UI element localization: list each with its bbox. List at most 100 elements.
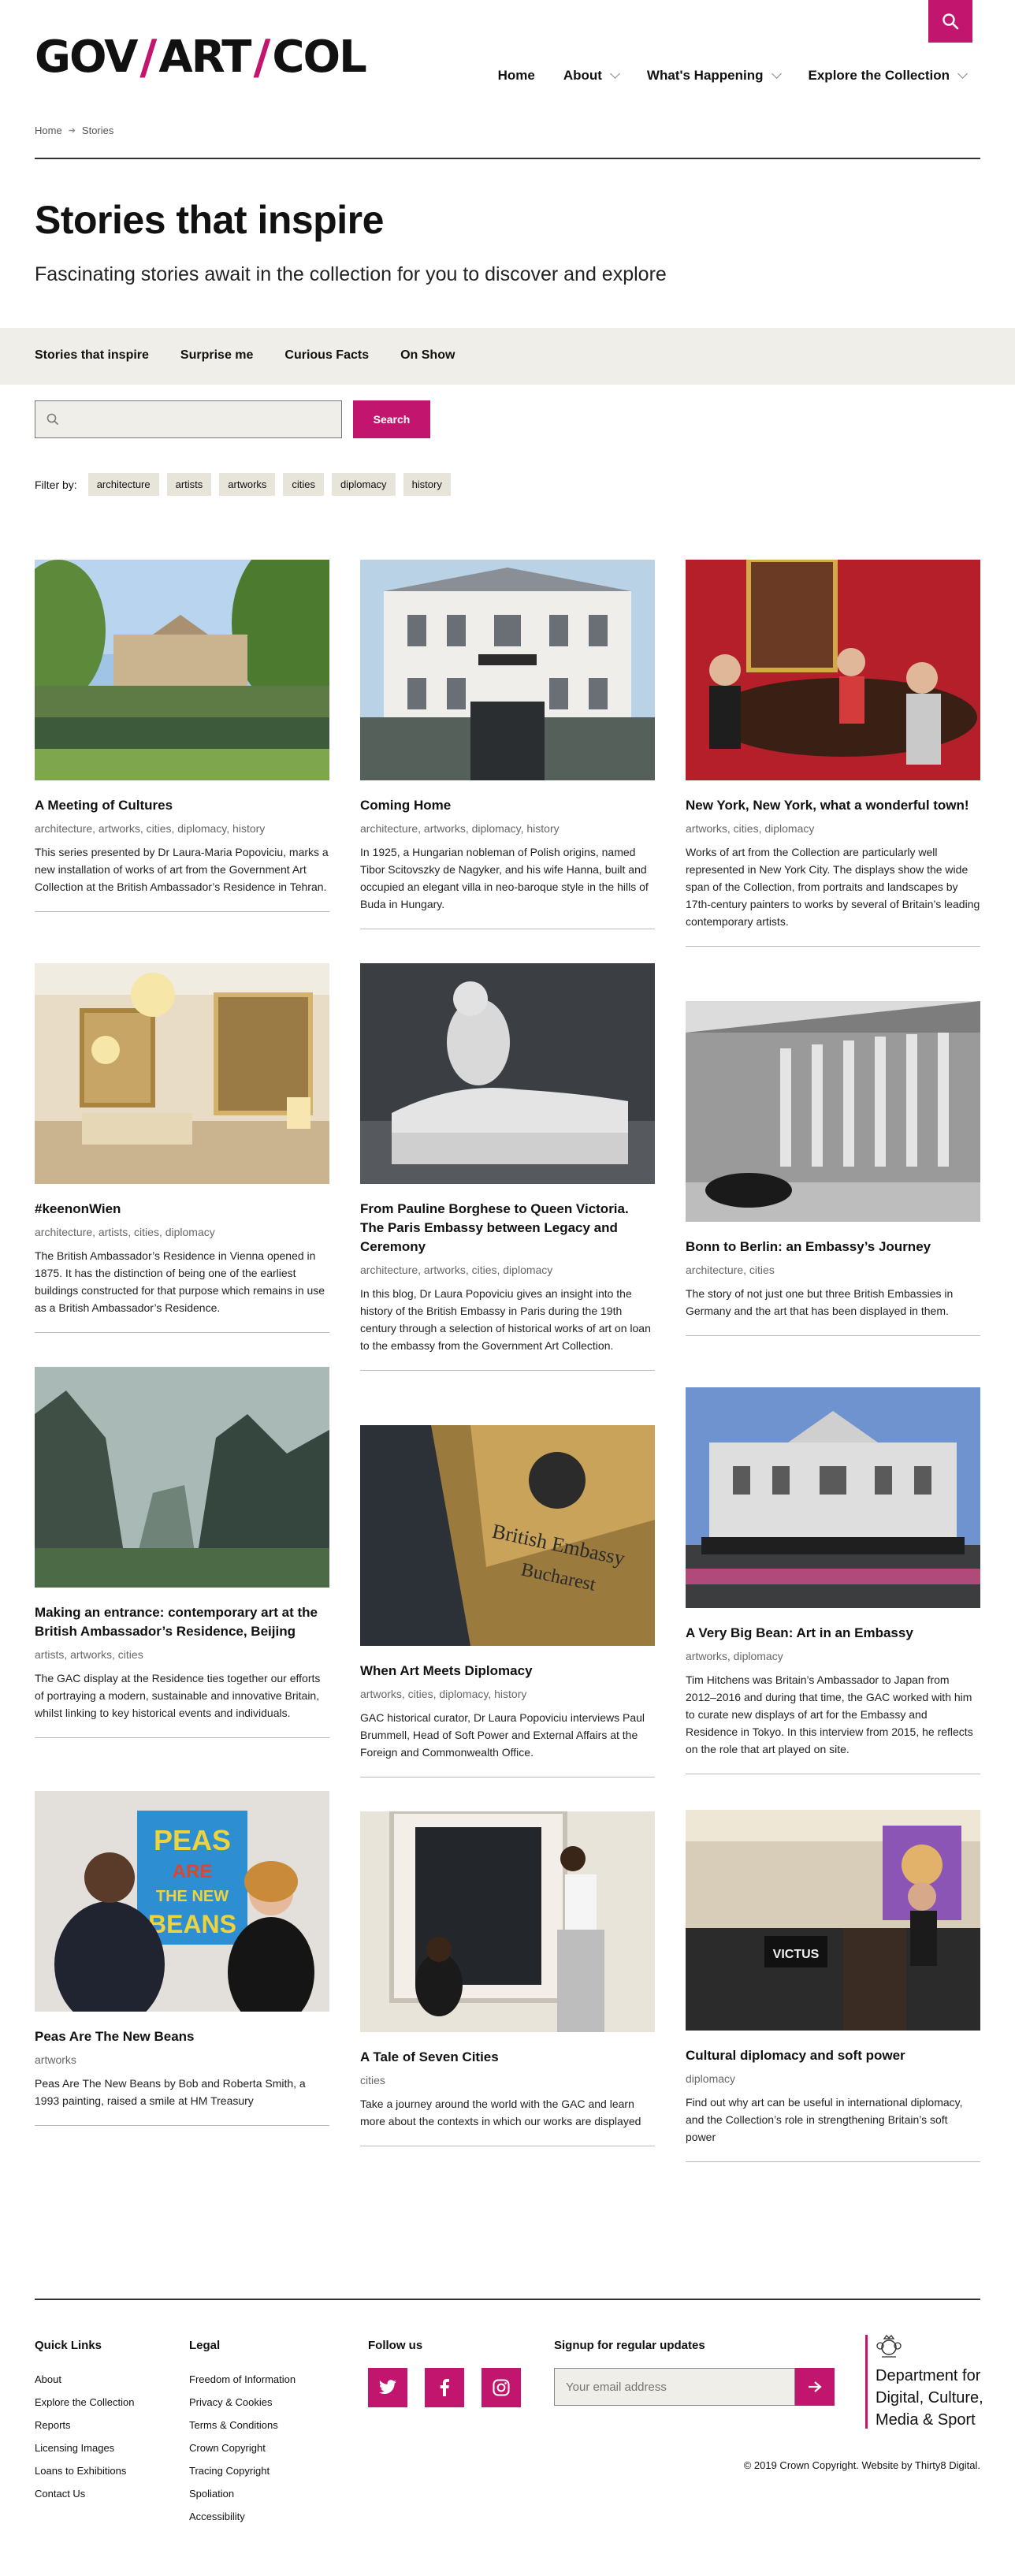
search-input[interactable] bbox=[65, 404, 333, 435]
footer-link-explore[interactable]: Explore the Collection bbox=[35, 2391, 134, 2414]
story-image[interactable] bbox=[360, 1811, 655, 2032]
story-card[interactable]: VICTUS Cultural diplomacy and soft power… bbox=[686, 1810, 980, 2162]
follow-heading: Follow us bbox=[368, 2339, 423, 2352]
story-image[interactable] bbox=[686, 1387, 980, 1608]
story-image[interactable] bbox=[35, 560, 329, 780]
story-summary: The story of not just one but three Brit… bbox=[686, 1287, 954, 1317]
card-divider bbox=[35, 2125, 329, 2126]
search-button[interactable]: Search bbox=[353, 400, 430, 438]
facebook-icon bbox=[440, 2379, 449, 2396]
dcms-line-3: Media & Sport bbox=[876, 2411, 976, 2429]
story-image[interactable] bbox=[360, 560, 655, 780]
story-card[interactable]: Making an entrance: contemporary art at … bbox=[35, 1367, 329, 1738]
story-summary: Find out why art can be useful in intern… bbox=[686, 2096, 963, 2143]
story-title[interactable]: A Meeting of Cultures bbox=[35, 796, 329, 815]
story-title[interactable]: New York, New York, what a wonderful tow… bbox=[686, 796, 980, 815]
tab-on-show[interactable]: On Show bbox=[400, 348, 455, 363]
stories-search-field[interactable] bbox=[35, 400, 342, 438]
footer-follow: Follow us bbox=[368, 2338, 521, 2407]
filter-tag-history[interactable]: history bbox=[403, 473, 451, 496]
story-card[interactable]: #keenonWien architecture, artists, citie… bbox=[35, 963, 329, 1333]
story-title[interactable]: Bonn to Berlin: an Embassy’s Journey bbox=[686, 1238, 980, 1256]
nav-explore[interactable]: Explore the Collection bbox=[809, 68, 968, 84]
story-image[interactable] bbox=[35, 963, 329, 1184]
logo-part-art: ART bbox=[158, 32, 251, 83]
dcms-logo[interactable]: Department for Digital, Culture, Media &… bbox=[865, 2335, 983, 2429]
story-summary: Tim Hitchens was Britain’s Ambassador to… bbox=[686, 1673, 973, 1755]
filter-tag-architecture[interactable]: architecture bbox=[87, 473, 159, 496]
story-card[interactable]: New York, New York, what a wonderful tow… bbox=[686, 560, 980, 947]
story-title[interactable]: A Very Big Bean: Art in an Embassy bbox=[686, 1624, 980, 1643]
site-logo[interactable]: GOV / ART / COL bbox=[35, 30, 367, 85]
story-image[interactable]: VICTUS bbox=[686, 1810, 980, 2031]
filter-tag-artists[interactable]: artists bbox=[166, 473, 212, 496]
story-tags: artworks, cities, diplomacy, history bbox=[360, 1688, 527, 1700]
tab-surprise-me[interactable]: Surprise me bbox=[180, 348, 253, 363]
page-title: Stories that inspire bbox=[35, 198, 384, 242]
twitter-button[interactable] bbox=[368, 2368, 407, 2407]
story-title[interactable]: #keenonWien bbox=[35, 1200, 329, 1219]
story-tags: architecture, cities bbox=[686, 1264, 775, 1276]
footer-link-licensing[interactable]: Licensing Images bbox=[35, 2436, 134, 2459]
nav-whats-happening[interactable]: What's Happening bbox=[647, 68, 782, 84]
story-card[interactable]: A Tale of Seven Cities cities Take a jou… bbox=[360, 1811, 655, 2146]
filter-tag-diplomacy[interactable]: diplomacy bbox=[332, 473, 396, 496]
story-title[interactable]: Cultural diplomacy and soft power bbox=[686, 2046, 980, 2065]
story-summary: The British Ambassador’s Residence in Vi… bbox=[35, 1249, 325, 1314]
footer-link-loans[interactable]: Loans to Exhibitions bbox=[35, 2459, 134, 2482]
story-tags: artworks, cities, diplomacy bbox=[686, 822, 815, 835]
nav-about[interactable]: About bbox=[563, 68, 620, 84]
facebook-button[interactable] bbox=[425, 2368, 464, 2407]
filter-tag-cities[interactable]: cities bbox=[283, 473, 325, 496]
instagram-button[interactable] bbox=[481, 2368, 521, 2407]
footer-legal: Legal Freedom of Information Privacy & C… bbox=[189, 2338, 296, 2528]
story-card[interactable]: PEAS ARE THE NEW BEANS Peas Are The New … bbox=[35, 1791, 329, 2126]
footer-link-reports[interactable]: Reports bbox=[35, 2414, 134, 2436]
story-title[interactable]: Coming Home bbox=[360, 796, 655, 815]
footer-link-tracing[interactable]: Tracing Copyright bbox=[189, 2459, 296, 2482]
story-card[interactable]: Coming Home architecture, artworks, dipl… bbox=[360, 560, 655, 929]
nav-home-label: Home bbox=[497, 68, 535, 83]
story-title[interactable]: Peas Are The New Beans bbox=[35, 2027, 329, 2046]
footer-link-spoliation[interactable]: Spoliation bbox=[189, 2482, 296, 2505]
story-summary: In this blog, Dr Laura Popoviciu gives a… bbox=[360, 1287, 651, 1352]
story-image[interactable] bbox=[360, 963, 655, 1184]
story-card[interactable]: A Meeting of Cultures architecture, artw… bbox=[35, 560, 329, 912]
card-divider bbox=[360, 1370, 655, 1371]
footer-link-contact[interactable]: Contact Us bbox=[35, 2482, 134, 2505]
footer-link-about[interactable]: About bbox=[35, 2368, 134, 2391]
painting-text-the-new: THE NEW bbox=[156, 1888, 229, 1905]
footer-link-terms[interactable]: Terms & Conditions bbox=[189, 2414, 296, 2436]
logo-slash: / bbox=[253, 30, 270, 85]
story-card[interactable]: A Very Big Bean: Art in an Embassy artwo… bbox=[686, 1387, 980, 1774]
footer-link-accessibility[interactable]: Accessibility bbox=[189, 2505, 296, 2528]
story-title[interactable]: Making an entrance: contemporary art at … bbox=[35, 1603, 329, 1641]
footer-link-crown-copyright[interactable]: Crown Copyright bbox=[189, 2436, 296, 2459]
tab-stories-that-inspire[interactable]: Stories that inspire bbox=[35, 348, 149, 363]
copyright-text: © 2019 Crown Copyright. Website by Thirt… bbox=[743, 2459, 980, 2471]
signup-submit-button[interactable] bbox=[795, 2368, 835, 2406]
tab-curious-facts[interactable]: Curious Facts bbox=[284, 348, 369, 363]
story-image[interactable]: PEAS ARE THE NEW BEANS bbox=[35, 1791, 329, 2012]
story-card[interactable]: From Pauline Borghese to Queen Victoria.… bbox=[360, 963, 655, 1371]
search-icon bbox=[46, 413, 59, 426]
header-search-button[interactable] bbox=[928, 0, 972, 43]
quick-links-heading: Quick Links bbox=[35, 2339, 102, 2352]
story-card[interactable]: British Embassy Bucharest When Art Meets… bbox=[360, 1425, 655, 1778]
email-field[interactable] bbox=[554, 2368, 795, 2406]
story-title[interactable]: When Art Meets Diplomacy bbox=[360, 1662, 655, 1681]
breadcrumb-home[interactable]: Home bbox=[35, 125, 62, 136]
dcms-line-1: Department for bbox=[876, 2367, 981, 2384]
story-image[interactable]: British Embassy Bucharest bbox=[360, 1425, 655, 1646]
footer-link-privacy[interactable]: Privacy & Cookies bbox=[189, 2391, 296, 2414]
story-image[interactable] bbox=[686, 560, 980, 780]
story-image[interactable] bbox=[686, 1001, 980, 1222]
card-divider bbox=[686, 2161, 980, 2162]
story-card[interactable]: Bonn to Berlin: an Embassy’s Journey arc… bbox=[686, 1001, 980, 1336]
story-title[interactable]: From Pauline Borghese to Queen Victoria.… bbox=[360, 1200, 655, 1256]
filter-tag-artworks[interactable]: artworks bbox=[219, 473, 276, 496]
story-image[interactable] bbox=[35, 1367, 329, 1588]
story-title[interactable]: A Tale of Seven Cities bbox=[360, 2048, 655, 2067]
nav-home[interactable]: Home bbox=[498, 68, 535, 84]
footer-link-foi[interactable]: Freedom of Information bbox=[189, 2368, 296, 2391]
